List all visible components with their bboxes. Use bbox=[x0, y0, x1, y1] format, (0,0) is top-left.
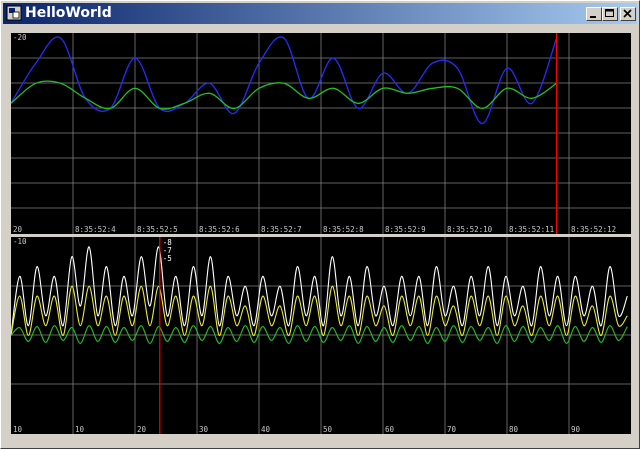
app-icon bbox=[6, 5, 22, 21]
x-axis-tick-label: 30 bbox=[199, 425, 209, 434]
x-axis-tick-label: 8:35:52:5 bbox=[137, 225, 178, 234]
close-button[interactable] bbox=[620, 7, 636, 21]
y-axis-top-label: -10 bbox=[13, 237, 27, 246]
x-axis-tick-label: 8:35:52:8 bbox=[323, 225, 364, 234]
legend-entry: -5 bbox=[163, 254, 172, 263]
series-line-2 bbox=[11, 80, 557, 110]
top-line-chart[interactable]: -20 20 8:35:52:4 8:35:52:5 8:35:52:6 8:35:5… bbox=[11, 33, 631, 234]
x-axis-tick-label: 50 bbox=[323, 425, 333, 434]
x-axis-tick-label: 8:35:52:4 bbox=[75, 225, 116, 234]
close-icon bbox=[623, 9, 632, 18]
x-axis-tick-label: 8:35:52:6 bbox=[199, 225, 240, 234]
x-axis-tick-label: 8:35:52:10 bbox=[447, 225, 493, 234]
maximize-icon bbox=[605, 9, 614, 17]
maximize-button[interactable] bbox=[602, 7, 618, 21]
x-axis-tick-label: 40 bbox=[261, 425, 271, 434]
x-axis-tick-label: 60 bbox=[385, 425, 395, 434]
x-axis-tick-label: 70 bbox=[447, 425, 457, 434]
x-axis-tick-label: 20 bbox=[137, 425, 147, 434]
x-axis-tick-label: 80 bbox=[509, 425, 519, 434]
minimize-icon bbox=[590, 16, 596, 18]
y-axis-bottom-label: 20 bbox=[13, 225, 23, 234]
series-line-3 bbox=[11, 325, 628, 344]
bottom-line-chart[interactable]: -8-7-5 -10 10 10 20 30 40 50 60 70 80 90 bbox=[11, 237, 631, 434]
app-window: HelloWorld -20 20 8:35:52:4 8:35:52:5 8:35… bbox=[0, 0, 640, 449]
minimize-button[interactable] bbox=[586, 7, 602, 21]
title-bar[interactable]: HelloWorld bbox=[3, 3, 637, 24]
y-axis-top-label: -20 bbox=[13, 33, 27, 42]
window-title: HelloWorld bbox=[25, 5, 112, 21]
series-line-1 bbox=[11, 36, 558, 125]
x-axis-tick-label: 10 bbox=[75, 425, 85, 434]
x-axis-tick-label: 90 bbox=[571, 425, 581, 434]
x-axis-tick-label: 8:35:52:9 bbox=[385, 225, 426, 234]
x-axis-tick-label: 8:35:52:12 bbox=[571, 225, 616, 234]
x-axis-tick-label: 8:35:52:7 bbox=[261, 225, 302, 234]
x-axis-tick-label: 8:35:52:11 bbox=[509, 225, 554, 234]
x-axis-tick-label: 10 bbox=[13, 425, 23, 434]
